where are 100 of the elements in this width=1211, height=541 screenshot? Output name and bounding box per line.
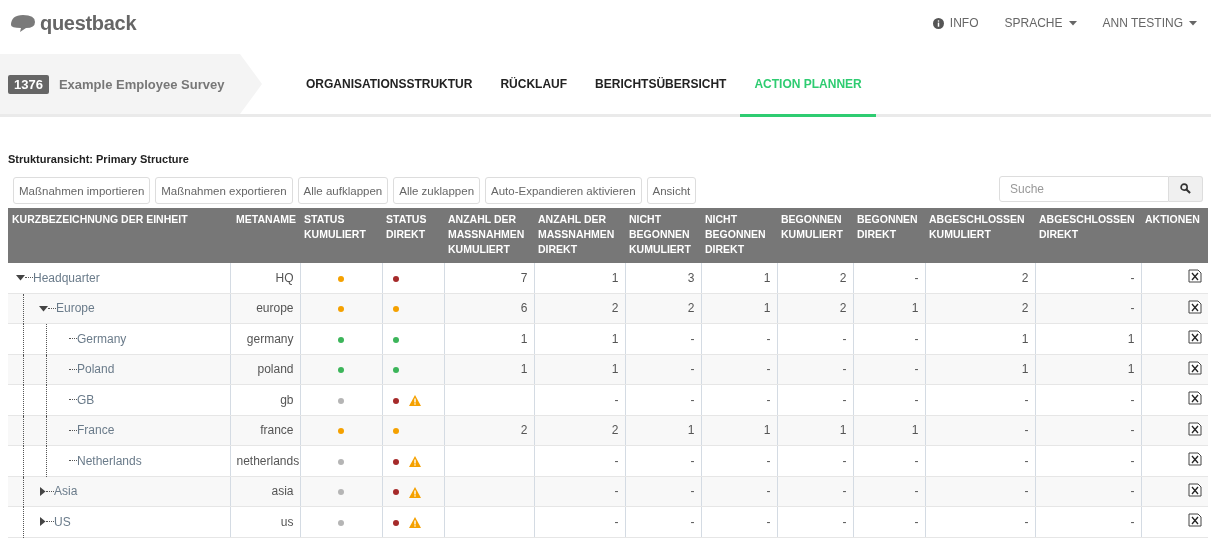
table-cell: - [1024, 423, 1029, 438]
table-cell: - [914, 453, 919, 468]
expand-arrow-icon[interactable] [39, 517, 46, 527]
column-header: AKTIONEN [1141, 208, 1208, 263]
excel-icon[interactable] [1188, 299, 1202, 314]
table-cell: 2 [1021, 270, 1029, 285]
table-cell: - [914, 270, 919, 285]
column-header: STATUS KUMULIERT [300, 208, 382, 263]
nav-tab[interactable]: ORGANISATIONSSTRUKTUR [292, 54, 487, 117]
table-cell: 1 [911, 301, 919, 316]
excel-icon[interactable] [1188, 269, 1202, 284]
unit-name[interactable]: US [54, 514, 71, 529]
excel-icon[interactable] [1188, 421, 1202, 436]
table-cell: - [766, 484, 771, 499]
table-cell: - [766, 392, 771, 407]
table-cell: - [1130, 453, 1135, 468]
table-cell: asia [230, 476, 300, 507]
search-field[interactable]: Suche [999, 175, 1169, 202]
table-cell: 1 [763, 301, 771, 316]
table-cell: - [690, 362, 695, 377]
table-cell: 2 [839, 270, 847, 285]
table-cell: 6 [520, 301, 528, 316]
project-id-badge: 1376 [8, 74, 49, 94]
table-cell: - [766, 514, 771, 529]
column-header: ANZAHL DER MASSNAHMEN DIREKT [534, 208, 625, 263]
excel-icon[interactable] [1188, 391, 1202, 406]
table-cell: - [842, 362, 847, 377]
table-cell: gb [230, 384, 300, 415]
unit-name[interactable]: France [77, 423, 115, 438]
nav-tab[interactable]: RÜCKLAUF [486, 54, 582, 117]
unit-name[interactable]: Netherlands [77, 453, 142, 468]
search-icon [1180, 183, 1191, 194]
table-cell: - [766, 331, 771, 346]
table-cell: germany [230, 323, 300, 354]
column-header: KURZBEZEICHNUNG DER EINHEIT [8, 208, 230, 263]
unit-name[interactable]: Europe [56, 301, 95, 316]
excel-icon[interactable] [1188, 360, 1202, 375]
table-cell: 3 [687, 270, 695, 285]
excel-icon[interactable] [1188, 513, 1202, 528]
toolbar-button[interactable]: Alle zuklappen [393, 177, 481, 204]
table-cell: - [842, 514, 847, 529]
table-cell: - [614, 484, 619, 499]
table-cell: - [914, 392, 919, 407]
table-cell: - [1130, 392, 1135, 407]
table-cell: - [842, 331, 847, 346]
table-cell: - [914, 331, 919, 346]
table-cell: - [614, 514, 619, 529]
table-cell: - [766, 453, 771, 468]
column-header: BEGONNEN DIREKT [853, 208, 925, 263]
search-button[interactable] [1169, 175, 1203, 202]
column-header: METANAME [230, 208, 300, 263]
unit-name[interactable]: Poland [77, 362, 115, 377]
table-cell: - [1130, 301, 1135, 316]
table-cell: - [614, 392, 619, 407]
table-cell: 1 [520, 331, 528, 346]
table-cell: - [1024, 453, 1029, 468]
table-cell: - [690, 331, 695, 346]
excel-icon[interactable] [1188, 452, 1202, 467]
table-cell: - [1130, 270, 1135, 285]
column-header: ABGESCHLOSSEN DIREKT [1035, 208, 1141, 263]
logo-icon [8, 13, 38, 33]
collapse-arrow-icon[interactable] [16, 274, 25, 282]
table-cell: - [842, 453, 847, 468]
table-cell: 1 [1127, 331, 1135, 346]
collapse-arrow-icon[interactable] [39, 304, 48, 312]
toolbar-button[interactable]: Auto-Expandieren aktivieren [485, 177, 642, 204]
table-cell: - [914, 514, 919, 529]
toolbar-button[interactable]: Ansicht [646, 177, 697, 204]
unit-name[interactable]: Germany [77, 331, 127, 346]
table-cell: 7 [520, 270, 528, 285]
dropdown-menu[interactable]: ANN TESTING [1102, 16, 1197, 30]
toolbar-button[interactable]: Maßnahmen importieren [13, 177, 151, 204]
nav-tab[interactable]: BERICHTSÜBERSICHT [581, 54, 741, 117]
caret-icon [1189, 20, 1197, 26]
table-cell: - [1130, 514, 1135, 529]
unit-name[interactable]: Headquarter [33, 270, 100, 285]
table-cell: 1 [611, 362, 619, 377]
table-cell: - [690, 514, 695, 529]
table-cell: 1 [1021, 331, 1029, 346]
dropdown-menu[interactable]: SPRACHE [1004, 16, 1077, 30]
column-header: NICHT BEGONNEN KUMULIERT [625, 208, 701, 263]
table-cell: - [1024, 484, 1029, 499]
toolbar-button[interactable]: Maßnahmen exportieren [155, 177, 293, 204]
table-cell: 2 [839, 301, 847, 316]
table-cell: 1 [839, 423, 847, 438]
logo-text: questback [40, 11, 137, 35]
unit-name[interactable]: Asia [54, 484, 78, 499]
expand-arrow-icon[interactable] [39, 486, 46, 496]
table-cell: 2 [611, 301, 619, 316]
structure-title: Strukturansicht: Primary Structure [8, 153, 190, 165]
column-header: STATUS DIREKT [382, 208, 444, 263]
excel-icon[interactable] [1188, 482, 1202, 497]
toolbar-button[interactable]: Alle aufklappen [297, 177, 389, 204]
table-cell: 1 [911, 423, 919, 438]
excel-icon[interactable] [1188, 330, 1202, 345]
info-link[interactable]: INFO [932, 16, 979, 30]
unit-name[interactable]: GB [77, 392, 95, 407]
table-cell: france [230, 415, 300, 446]
table-cell: 1 [1127, 362, 1135, 377]
project-name: Example Employee Survey [58, 76, 225, 92]
